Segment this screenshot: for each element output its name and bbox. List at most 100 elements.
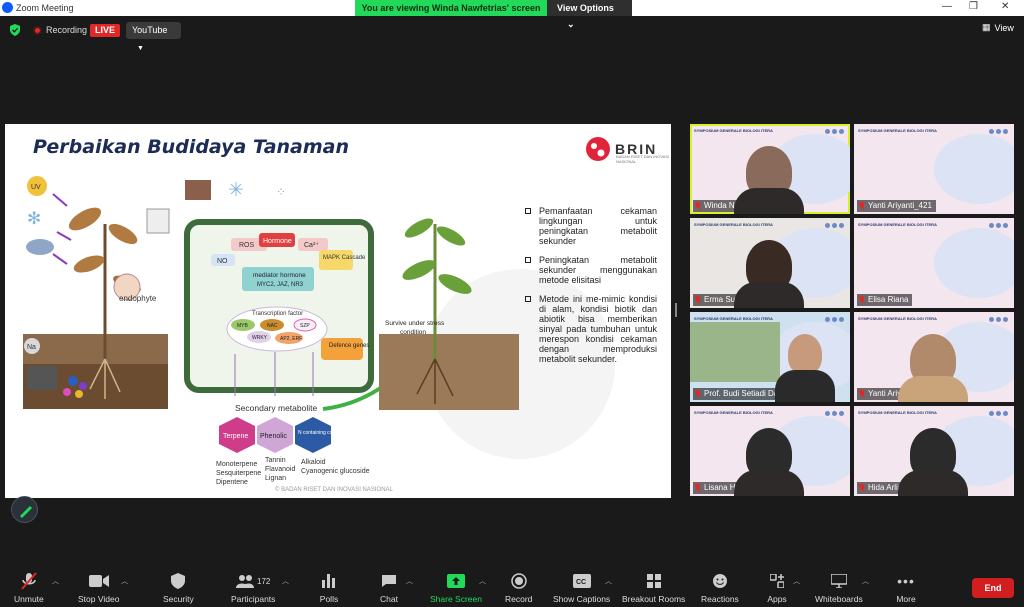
polls-label: Polls [319, 594, 339, 604]
tile-event-header: SYMPOSIUM GENERALE BIOLOGI ITERA [858, 410, 937, 415]
chat-icon [382, 575, 396, 587]
microbe-dot [75, 390, 83, 398]
more-button[interactable]: ••• More [895, 572, 917, 604]
live-badge[interactable]: LIVE [90, 24, 120, 37]
show-captions-label: Show Captions [553, 594, 611, 604]
microphone-muted-icon [695, 296, 701, 304]
audio-options-caret[interactable]: ︿ [52, 576, 59, 586]
recording-indicator[interactable]: Recording [33, 25, 87, 35]
microbe-dot [68, 376, 78, 386]
bullet-square-icon [525, 208, 531, 214]
slide-footer: © BADAN RISET DAN INOVASI NASIONAL [275, 487, 393, 493]
szp-label: SZP [300, 323, 310, 329]
bullet-text: Pemanfaatan cekaman lingkungan untuk pen… [539, 206, 657, 246]
shield-check-icon[interactable] [9, 24, 21, 36]
stream-platform-dropdown[interactable]: YouTube ▼ [126, 22, 181, 52]
smiley-icon [712, 574, 727, 588]
cell-sample-icon [146, 208, 170, 234]
microphone-muted-icon [695, 202, 701, 210]
captions-icon: CC [572, 574, 591, 588]
minimize-button[interactable]: — [942, 1, 952, 12]
polls-button[interactable]: Polls [318, 572, 340, 604]
microphone-muted-icon [859, 484, 865, 492]
participants-options-caret[interactable]: ︿ [282, 576, 289, 586]
participants-label: Participants [231, 594, 276, 604]
survive-label-2: condition [400, 329, 426, 336]
video-options-caret[interactable]: ︿ [121, 576, 128, 586]
participant-tile[interactable]: SYMPOSIUM GENERALE BIOLOGI ITERAYanti Ar… [854, 124, 1014, 214]
participant-tile[interactable]: SYMPOSIUM GENERALE BIOLOGI ITERAWinda Na… [690, 124, 850, 214]
participant-video [734, 282, 804, 308]
participant-video [734, 188, 804, 214]
security-label: Security [163, 594, 194, 604]
tile-sponsor-logos [825, 223, 844, 228]
participant-video [898, 470, 968, 496]
participant-video [690, 322, 780, 382]
defence-box [321, 338, 363, 360]
participant-tile[interactable]: SYMPOSIUM GENERALE BIOLOGI ITERA Elisa Ri… [854, 218, 1014, 308]
chat-button[interactable]: Chat [378, 572, 400, 604]
na-label: Na [27, 344, 36, 351]
participant-tile[interactable]: SYMPOSIUM GENERALE BIOLOGI ITERALisana H… [690, 406, 850, 496]
apps-label: Apps [767, 594, 787, 604]
tile-sponsor-logos [989, 317, 1008, 322]
nac-label: NAC [267, 323, 278, 329]
restore-button[interactable]: ❐ [969, 1, 978, 12]
record-label: Record [505, 594, 533, 604]
endophyte-label: endophyte [119, 294, 157, 303]
participant-tile[interactable]: SYMPOSIUM GENERALE BIOLOGI ITERA Hida Arl… [854, 406, 1014, 496]
unmute-button[interactable]: Unmute [14, 572, 44, 604]
more-label: More [896, 594, 916, 604]
chat-options-caret[interactable]: ︿ [406, 576, 413, 586]
captions-options-caret[interactable]: ︿ [605, 576, 612, 586]
whiteboards-options-caret[interactable]: ︿ [862, 576, 869, 586]
leaf [436, 226, 466, 246]
apps-options-caret[interactable]: ︿ [793, 576, 800, 586]
bullet-item: Metode ini me-mimic kondisi di alam, kon… [525, 294, 657, 364]
whiteboard-icon [830, 574, 847, 588]
close-button[interactable]: ✕ [1001, 1, 1009, 12]
participant-video [775, 370, 835, 402]
participant-tile[interactable]: SYMPOSIUM GENERALE BIOLOGI ITERA Erma Sur… [690, 218, 850, 308]
soil-sample-icon [185, 180, 211, 200]
ncomp-examples-2: Cyanogenic glucoside [301, 468, 370, 475]
tile-sponsor-logos [989, 223, 1008, 228]
breakout-rooms-label: Breakout Rooms [622, 594, 686, 604]
participant-video [898, 376, 968, 402]
grid-view-icon: ▦ [982, 22, 991, 32]
breakout-rooms-button[interactable]: Breakout Rooms [622, 572, 685, 604]
bullet-text: Peningkatan metabolit sekunder menggunak… [539, 255, 657, 285]
participant-tile[interactable]: SYMPOSIUM GENERALE BIOLOGI ITERAYanti Ar… [854, 312, 1014, 402]
ncomp-examples-1: Alkaloid [301, 459, 326, 466]
leaf [404, 218, 434, 238]
microphone-muted-icon [21, 572, 37, 590]
bullet-item: Pemanfaatan cekaman lingkungan untuk pen… [525, 206, 657, 246]
participant-tile[interactable]: SYMPOSIUM GENERALE BIOLOGI ITERA Prof. Bu… [690, 312, 850, 402]
bullet-square-icon [525, 257, 531, 263]
breakout-rooms-icon [646, 574, 661, 588]
ros-label: ROS [239, 242, 255, 249]
panel-resize-handle[interactable] [675, 303, 677, 317]
microbe-dot [63, 388, 71, 396]
microphone-muted-icon [859, 296, 865, 304]
terpene-examples-1: Monoterpene [216, 461, 257, 468]
microphone-muted-icon [695, 390, 701, 398]
annotate-pen-button[interactable] [11, 496, 38, 523]
microphone-muted-icon [695, 484, 701, 492]
brin-subtitle: BADAN RISET DAN INOVASI NASIONAL [616, 154, 670, 164]
apps-button[interactable]: Apps [766, 572, 788, 604]
stop-video-button[interactable]: Stop Video [78, 572, 119, 604]
whiteboards-button[interactable]: Whiteboards [815, 572, 863, 604]
end-meeting-button[interactable]: End [972, 578, 1014, 598]
reactions-button[interactable]: Reactions [701, 572, 739, 604]
view-options-button[interactable]: View Options ⌄ [547, 0, 632, 29]
view-button[interactable]: ▦ View [982, 22, 1014, 33]
record-button[interactable]: Record [505, 572, 532, 604]
share-options-caret[interactable]: ︿ [479, 576, 486, 586]
show-captions-button[interactable]: CC Show Captions [553, 572, 610, 604]
share-screen-button[interactable]: Share Screen [430, 572, 482, 604]
participants-button[interactable]: 172 Participants [231, 572, 275, 604]
tile-event-header: SYMPOSIUM GENERALE BIOLOGI ITERA [694, 222, 773, 227]
security-button[interactable]: Security [163, 572, 194, 604]
stop-video-label: Stop Video [78, 594, 120, 604]
